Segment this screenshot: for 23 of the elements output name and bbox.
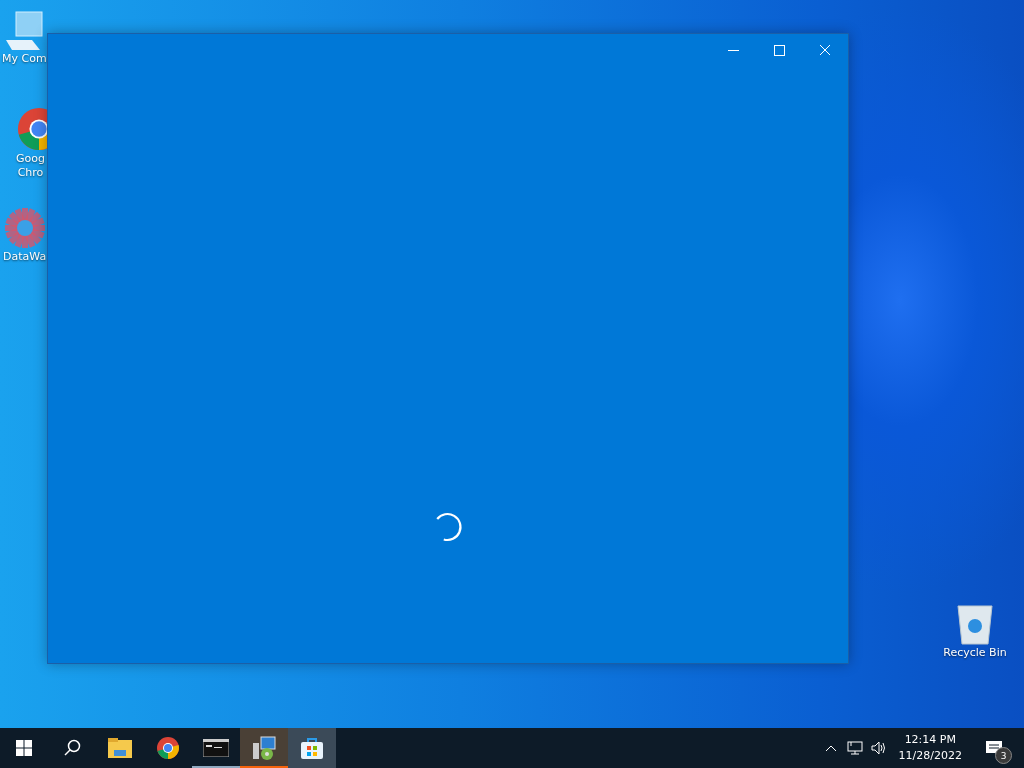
installer-icon	[251, 735, 277, 761]
message-icon	[985, 740, 1003, 756]
taskbar-app-button[interactable]	[240, 728, 288, 768]
clock-time[interactable]: 12:14 PM	[904, 732, 956, 748]
gear-icon	[3, 206, 47, 250]
chevron-up-icon[interactable]	[824, 744, 837, 752]
volume-icon[interactable]	[870, 741, 887, 755]
desktop-icon-label[interactable]: Recycle Bin	[943, 646, 1007, 660]
search-icon	[63, 739, 81, 757]
minimize-icon	[727, 49, 739, 51]
chrome-icon	[156, 736, 180, 760]
taskbar-app-button[interactable]	[288, 728, 336, 768]
recycle-bin-icon	[955, 602, 995, 646]
store-icon	[300, 736, 324, 760]
notifications-button[interactable]: 3	[970, 728, 1018, 768]
close-icon	[819, 44, 831, 56]
clock-date[interactable]: 11/28/2022	[898, 748, 962, 764]
folder-icon	[108, 738, 132, 758]
windows-logo-icon	[16, 740, 32, 756]
notification-count-badge: 3	[995, 747, 1012, 764]
maximize-icon	[773, 44, 785, 56]
terminal-icon	[203, 739, 229, 757]
network-icon[interactable]	[846, 741, 863, 755]
